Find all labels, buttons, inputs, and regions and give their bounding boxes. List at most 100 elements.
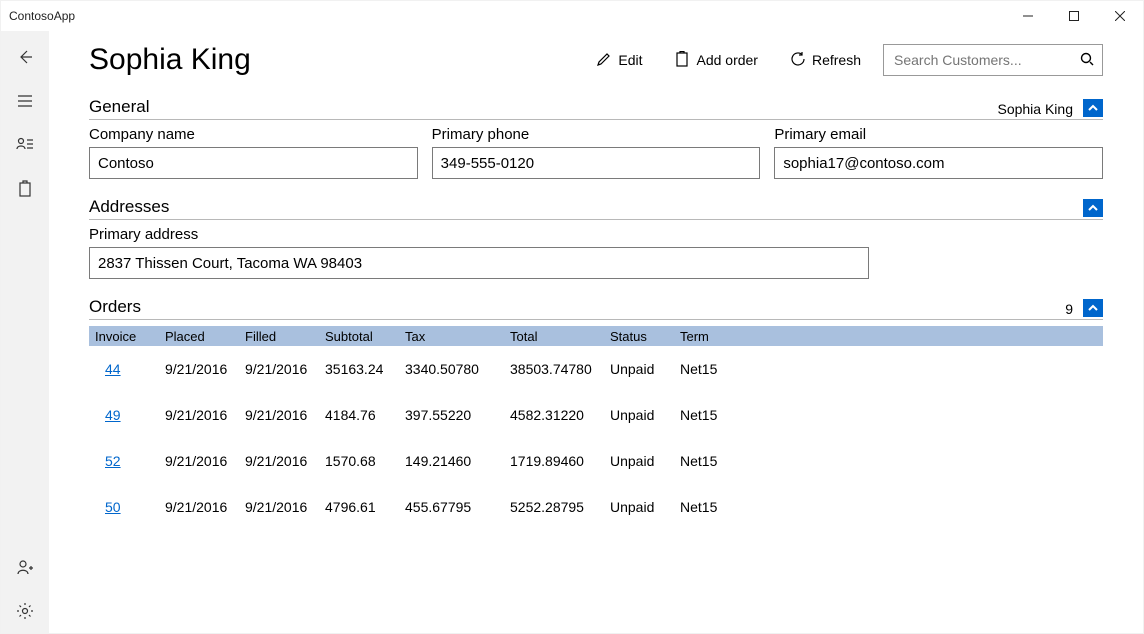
search-input[interactable] <box>892 51 1080 69</box>
main-content: Sophia King Edit Add order Refresh <box>49 31 1143 633</box>
cell-tax: 397.55220 <box>405 407 510 423</box>
col-invoice[interactable]: Invoice <box>95 329 165 344</box>
close-button[interactable] <box>1097 1 1143 31</box>
settings-nav-item[interactable] <box>1 589 49 633</box>
back-button[interactable] <box>1 35 49 79</box>
company-field: Company name <box>89 126 418 179</box>
section-orders-header: Orders 9 <box>89 297 1103 320</box>
add-order-button[interactable]: Add order <box>664 45 767 76</box>
col-term[interactable]: Term <box>680 329 740 344</box>
orders-table-header: Invoice Placed Filled Subtotal Tax Total… <box>89 326 1103 346</box>
table-row[interactable]: 529/21/20169/21/20161570.68149.214601719… <box>89 438 1103 484</box>
cell-tax: 149.21460 <box>405 453 510 469</box>
section-addresses-collapse[interactable] <box>1083 199 1103 217</box>
cell-placed: 9/21/2016 <box>165 361 245 377</box>
orders-nav-item[interactable] <box>1 167 49 211</box>
col-placed[interactable]: Placed <box>165 329 245 344</box>
cell-term: Net15 <box>680 407 740 423</box>
section-addresses-header: Addresses <box>89 197 1103 220</box>
general-fields: Company name Primary phone Primary email <box>89 126 1103 179</box>
cell-term: Net15 <box>680 361 740 377</box>
invoice-link[interactable]: 52 <box>95 453 165 469</box>
primary-address-input[interactable] <box>89 247 869 279</box>
cell-total: 5252.28795 <box>510 499 610 515</box>
cell-term: Net15 <box>680 453 740 469</box>
section-orders-collapse[interactable] <box>1083 299 1103 317</box>
customers-nav-item[interactable] <box>1 123 49 167</box>
window-controls <box>1005 1 1143 31</box>
section-orders-title: Orders <box>89 297 1065 317</box>
hamburger-menu-button[interactable] <box>1 79 49 123</box>
cell-filled: 9/21/2016 <box>245 499 325 515</box>
phone-input[interactable] <box>432 147 761 179</box>
col-tax[interactable]: Tax <box>405 329 510 344</box>
invoice-link[interactable]: 50 <box>95 499 165 515</box>
cell-total: 1719.89460 <box>510 453 610 469</box>
cell-filled: 9/21/2016 <box>245 361 325 377</box>
edit-label: Edit <box>618 52 642 68</box>
page-header: Sophia King Edit Add order Refresh <box>89 43 1103 77</box>
add-order-label: Add order <box>696 52 757 68</box>
refresh-button[interactable]: Refresh <box>780 45 871 76</box>
title-bar: ContosoApp <box>1 1 1143 31</box>
section-addresses-title: Addresses <box>89 197 1083 217</box>
cell-total: 38503.74780 <box>510 361 610 377</box>
invoice-link[interactable]: 49 <box>95 407 165 423</box>
table-row[interactable]: 449/21/20169/21/201635163.243340.5078038… <box>89 346 1103 392</box>
cell-status: Unpaid <box>610 361 680 377</box>
minimize-button[interactable] <box>1005 1 1051 31</box>
search-box[interactable] <box>883 44 1103 76</box>
company-input[interactable] <box>89 147 418 179</box>
invoice-link[interactable]: 44 <box>95 361 165 377</box>
col-filled[interactable]: Filled <box>245 329 325 344</box>
phone-field: Primary phone <box>432 126 761 179</box>
cell-subtotal: 35163.24 <box>325 361 405 377</box>
col-subtotal[interactable]: Subtotal <box>325 329 405 344</box>
clipboard-icon <box>674 51 690 70</box>
cell-subtotal: 4184.76 <box>325 407 405 423</box>
primary-address-label: Primary address <box>89 226 1103 243</box>
add-user-nav-item[interactable] <box>1 545 49 589</box>
cell-subtotal: 4796.61 <box>325 499 405 515</box>
cell-tax: 3340.50780 <box>405 361 510 377</box>
table-row[interactable]: 509/21/20169/21/20164796.61455.677955252… <box>89 484 1103 530</box>
phone-label: Primary phone <box>432 126 761 143</box>
email-input[interactable] <box>774 147 1103 179</box>
section-general-collapse[interactable] <box>1083 99 1103 117</box>
col-status[interactable]: Status <box>610 329 680 344</box>
section-orders-count: 9 <box>1065 301 1073 317</box>
search-icon <box>1080 52 1094 69</box>
email-field: Primary email <box>774 126 1103 179</box>
email-label: Primary email <box>774 126 1103 143</box>
cell-status: Unpaid <box>610 407 680 423</box>
sidebar <box>1 31 49 633</box>
cell-total: 4582.31220 <box>510 407 610 423</box>
cell-placed: 9/21/2016 <box>165 453 245 469</box>
section-general-title: General <box>89 97 997 117</box>
pencil-icon <box>596 51 612 70</box>
cell-term: Net15 <box>680 499 740 515</box>
company-label: Company name <box>89 126 418 143</box>
cell-filled: 9/21/2016 <box>245 407 325 423</box>
maximize-button[interactable] <box>1051 1 1097 31</box>
cell-placed: 9/21/2016 <box>165 499 245 515</box>
cell-placed: 9/21/2016 <box>165 407 245 423</box>
app-title: ContosoApp <box>9 9 75 23</box>
primary-address-field: Primary address <box>89 226 1103 279</box>
refresh-label: Refresh <box>812 52 861 68</box>
refresh-icon <box>790 51 806 70</box>
table-row[interactable]: 499/21/20169/21/20164184.76397.552204582… <box>89 392 1103 438</box>
cell-subtotal: 1570.68 <box>325 453 405 469</box>
cell-filled: 9/21/2016 <box>245 453 325 469</box>
app-window: ContosoApp <box>0 0 1144 634</box>
col-total[interactable]: Total <box>510 329 610 344</box>
page-title: Sophia King <box>89 43 574 77</box>
orders-table-body[interactable]: 449/21/20169/21/201635163.243340.5078038… <box>89 346 1103 633</box>
orders-table: Invoice Placed Filled Subtotal Tax Total… <box>89 326 1103 633</box>
section-general-header: General Sophia King <box>89 97 1103 120</box>
cell-status: Unpaid <box>610 453 680 469</box>
section-general-summary: Sophia King <box>997 101 1073 117</box>
cell-status: Unpaid <box>610 499 680 515</box>
cell-tax: 455.67795 <box>405 499 510 515</box>
edit-button[interactable]: Edit <box>586 45 652 76</box>
